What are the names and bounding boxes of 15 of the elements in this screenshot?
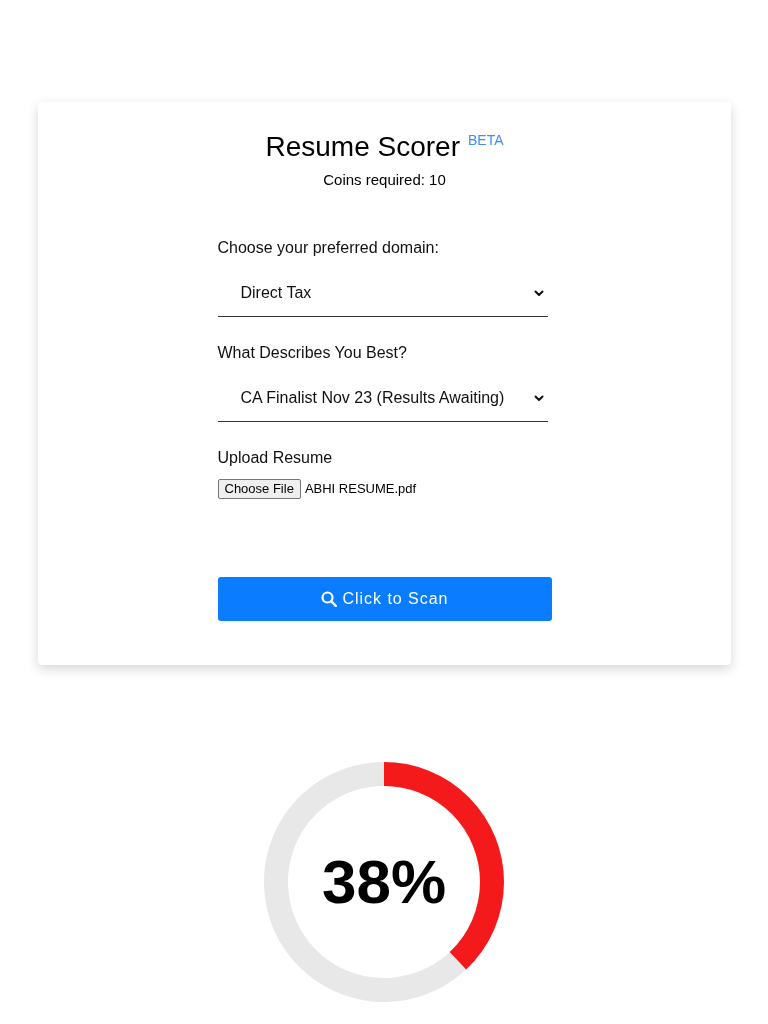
field-label: What Describes You Best? [217,343,408,363]
score-percentage: 38% [321,851,447,913]
page-title: Resume Scorer [265,130,460,164]
search-icon [320,591,337,607]
select-field[interactable]: CA Finalist Nov 23 (Results Awaiting) [217,375,548,422]
chevron-down-icon [533,394,544,402]
file-name: ABHI RESUME.pdf [304,480,417,499]
scan-button[interactable]: Click to Scan [217,577,552,621]
choose-file-button[interactable]: Choose File [217,479,301,499]
beta-label: BETA [468,133,504,147]
select-field[interactable]: Direct Tax [217,270,548,317]
field-label: Choose your preferred domain: [217,238,440,258]
field-label: Upload Resume [217,448,334,468]
chevron-down-icon [533,289,544,297]
coins-required-text: Coins required: 10 [323,170,446,190]
